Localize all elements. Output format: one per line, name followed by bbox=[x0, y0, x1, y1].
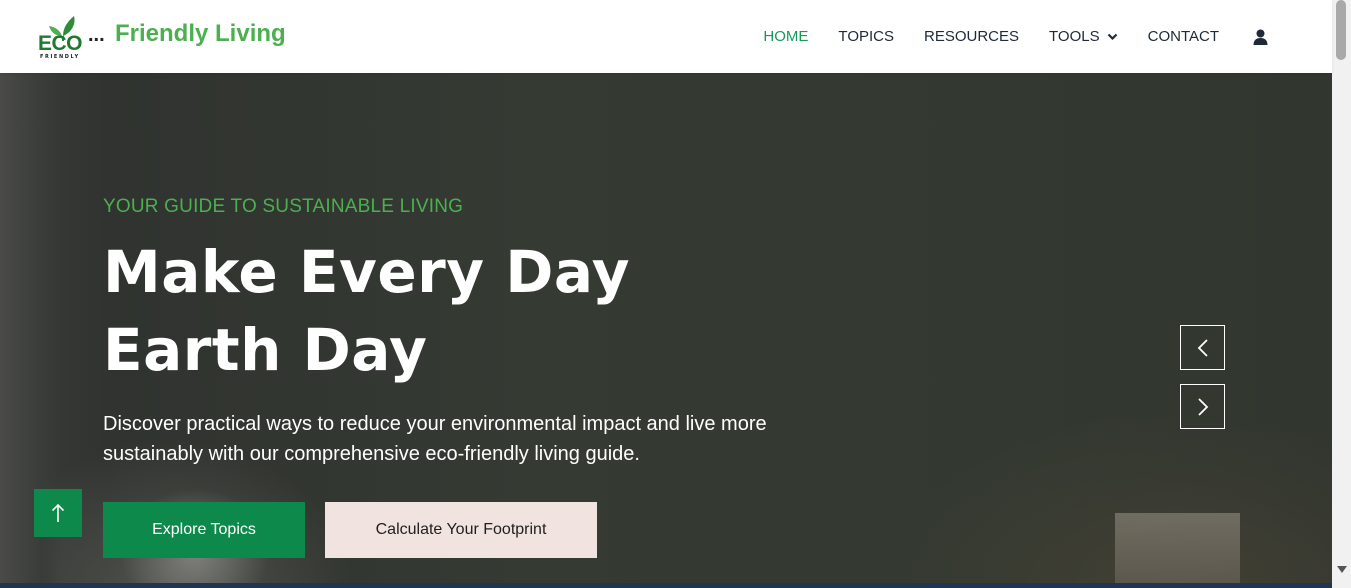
eco-friendly-logo: ECO FRIENDLY bbox=[36, 12, 90, 62]
hero-subtext: Discover practical ways to reduce your e… bbox=[103, 413, 767, 465]
nav-item-home[interactable]: HOME bbox=[763, 28, 808, 45]
hero-banner: YOUR GUIDE TO SUSTAINABLE LIVING Make Ev… bbox=[0, 73, 1332, 583]
chevron-right-icon bbox=[1197, 397, 1208, 416]
nav-item-label: HOME bbox=[763, 28, 809, 45]
nav-item-label: RESOURCES bbox=[924, 28, 1020, 45]
logo-friendly-text: FRIENDLY bbox=[40, 54, 80, 60]
nav-item-label: CONTACT bbox=[1147, 28, 1219, 45]
nav-item-contact[interactable]: CONTACT bbox=[1148, 28, 1219, 45]
scroll-down-arrow-icon[interactable] bbox=[1337, 566, 1347, 573]
page-bottom-edge bbox=[0, 583, 1332, 588]
back-to-top-button[interactable] bbox=[34, 489, 82, 537]
user-icon[interactable] bbox=[1253, 29, 1268, 45]
main-nav: HOME TOPICS RESOURCES TOOLS CONTACT bbox=[733, 0, 1268, 73]
vertical-scrollbar[interactable] bbox=[1332, 0, 1351, 588]
nav-item-resources[interactable]: RESOURCES bbox=[924, 28, 1019, 45]
chevron-left-icon bbox=[1197, 338, 1208, 357]
explore-topics-button[interactable]: Explore Topics bbox=[103, 502, 305, 558]
hero-headline: Make Every Day Earth Day bbox=[103, 238, 631, 384]
nav-item-tools[interactable]: TOOLS bbox=[1049, 28, 1118, 45]
nav-item-label: TOOLS bbox=[1049, 28, 1100, 45]
brand[interactable]: ECO FRIENDLY ... Friendly Living bbox=[36, 12, 286, 62]
carousel-next-button[interactable] bbox=[1180, 384, 1225, 429]
calculate-footprint-button[interactable]: Calculate Your Footprint bbox=[325, 502, 597, 558]
nav-item-label: TOPICS bbox=[838, 28, 894, 45]
arrow-up-icon bbox=[51, 503, 65, 522]
nav-item-topics[interactable]: TOPICS bbox=[838, 28, 894, 45]
hero-eyebrow: YOUR GUIDE TO SUSTAINABLE LIVING bbox=[103, 196, 464, 217]
logo-eco-text: ECO bbox=[38, 32, 83, 55]
brand-name[interactable]: Friendly Living bbox=[115, 20, 286, 48]
hero-background-lamp bbox=[1115, 513, 1240, 583]
brand-ellipsis: ... bbox=[88, 24, 105, 46]
top-navbar: ECO FRIENDLY ... Friendly Living HOME TO… bbox=[0, 0, 1332, 73]
scrollbar-thumb[interactable] bbox=[1336, 0, 1346, 60]
carousel-prev-button[interactable] bbox=[1180, 325, 1225, 370]
chevron-down-icon bbox=[1107, 28, 1118, 45]
